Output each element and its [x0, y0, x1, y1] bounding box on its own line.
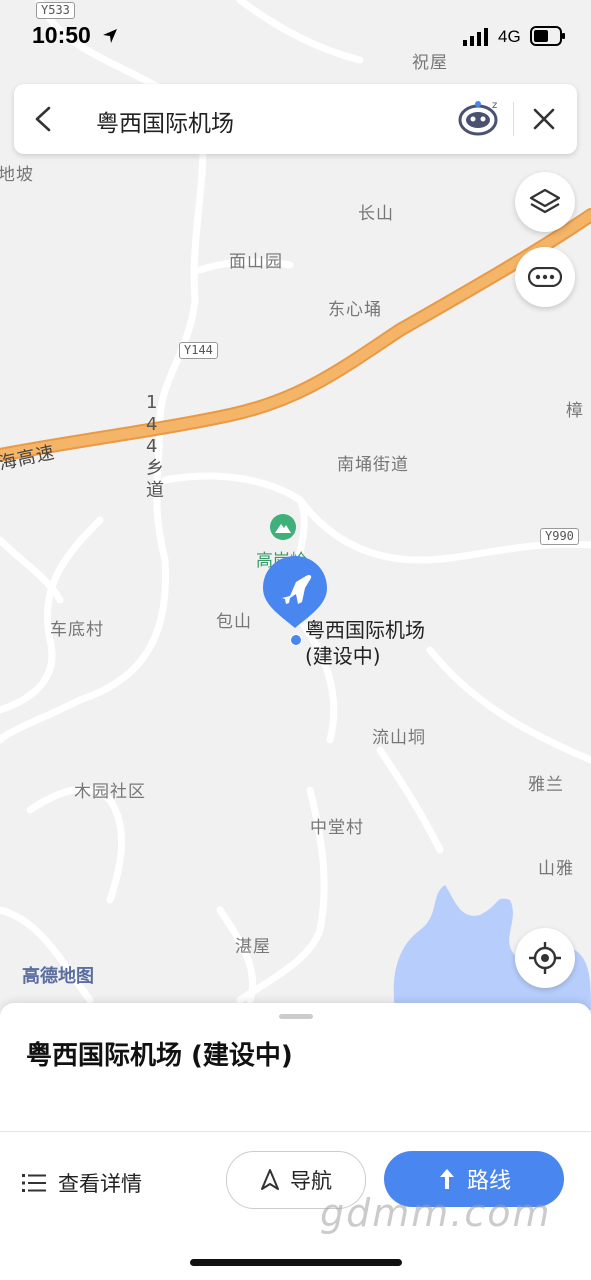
home-indicator[interactable]: [190, 1259, 402, 1266]
close-icon[interactable]: [533, 108, 555, 130]
place-label: 山雅: [538, 859, 574, 879]
network-type: 4G: [498, 27, 521, 46]
layers-icon: [529, 188, 561, 214]
layers-button[interactable]: [515, 172, 575, 232]
more-tools-button[interactable]: [515, 247, 575, 307]
road-badge: Y144: [179, 342, 218, 359]
crosshair-icon: [529, 942, 561, 974]
place-label: 樟: [566, 401, 584, 421]
place-label: 木园社区: [74, 782, 146, 802]
sheet-handle[interactable]: [279, 1014, 313, 1019]
scenic-poi[interactable]: 高岗岭: [256, 514, 307, 571]
navigation-arrow-icon: [261, 1169, 279, 1190]
voice-assistant-icon[interactable]: z: [458, 96, 504, 136]
place-label: 车底村: [50, 620, 104, 640]
amap-logo: 高德地图: [22, 966, 94, 987]
road-label-vertical: 144乡道: [146, 392, 165, 501]
list-icon: [22, 1174, 46, 1192]
back-arrow-icon[interactable]: [34, 106, 52, 132]
poi-dot: [290, 634, 302, 646]
place-label: 雅兰: [528, 775, 564, 795]
status-bar: 10:50 4G: [0, 0, 591, 70]
place-label: 面山园: [229, 252, 283, 272]
watermark: gdmm.com: [320, 1191, 552, 1235]
view-details-button[interactable]: 查看详情: [22, 1163, 142, 1203]
route-arrow-icon: [439, 1169, 454, 1189]
location-arrow-icon: [103, 29, 117, 43]
sheet-divider: [0, 1131, 591, 1132]
road-badge: Y990: [540, 528, 579, 545]
svg-text:z: z: [492, 100, 497, 111]
place-label: 南埇街道: [337, 455, 409, 475]
place-title: 粤西国际机场 (建设中): [26, 1041, 293, 1071]
place-label: 流山垌: [372, 728, 426, 748]
search-bar[interactable]: 粤西国际机场 z: [14, 84, 577, 154]
place-label: 长山: [358, 204, 394, 224]
airport-label[interactable]: 粤西国际机场 (建设中): [305, 617, 425, 669]
status-time: 10:50: [32, 22, 91, 48]
place-label: 东心埇: [328, 300, 382, 320]
search-divider: [513, 102, 514, 136]
more-icon: [528, 267, 562, 287]
signal-icon: [463, 28, 488, 46]
place-label: 中堂村: [310, 818, 364, 838]
view-details-label: 查看详情: [58, 1172, 142, 1196]
airport-status: (建设中): [305, 644, 381, 668]
place-label: 包山: [216, 612, 252, 632]
place-label: 湛屋: [235, 937, 271, 957]
airport-name: 粤西国际机场: [305, 618, 425, 642]
place-detail-sheet[interactable]: 粤西国际机场 (建设中) 查看详情 导航 路线 gdmm.com: [0, 1003, 591, 1280]
locate-button[interactable]: [515, 928, 575, 988]
battery-icon: [530, 26, 565, 46]
search-query[interactable]: 粤西国际机场: [96, 104, 234, 138]
mountain-icon: [270, 514, 296, 540]
place-label: 地坡: [0, 165, 34, 185]
